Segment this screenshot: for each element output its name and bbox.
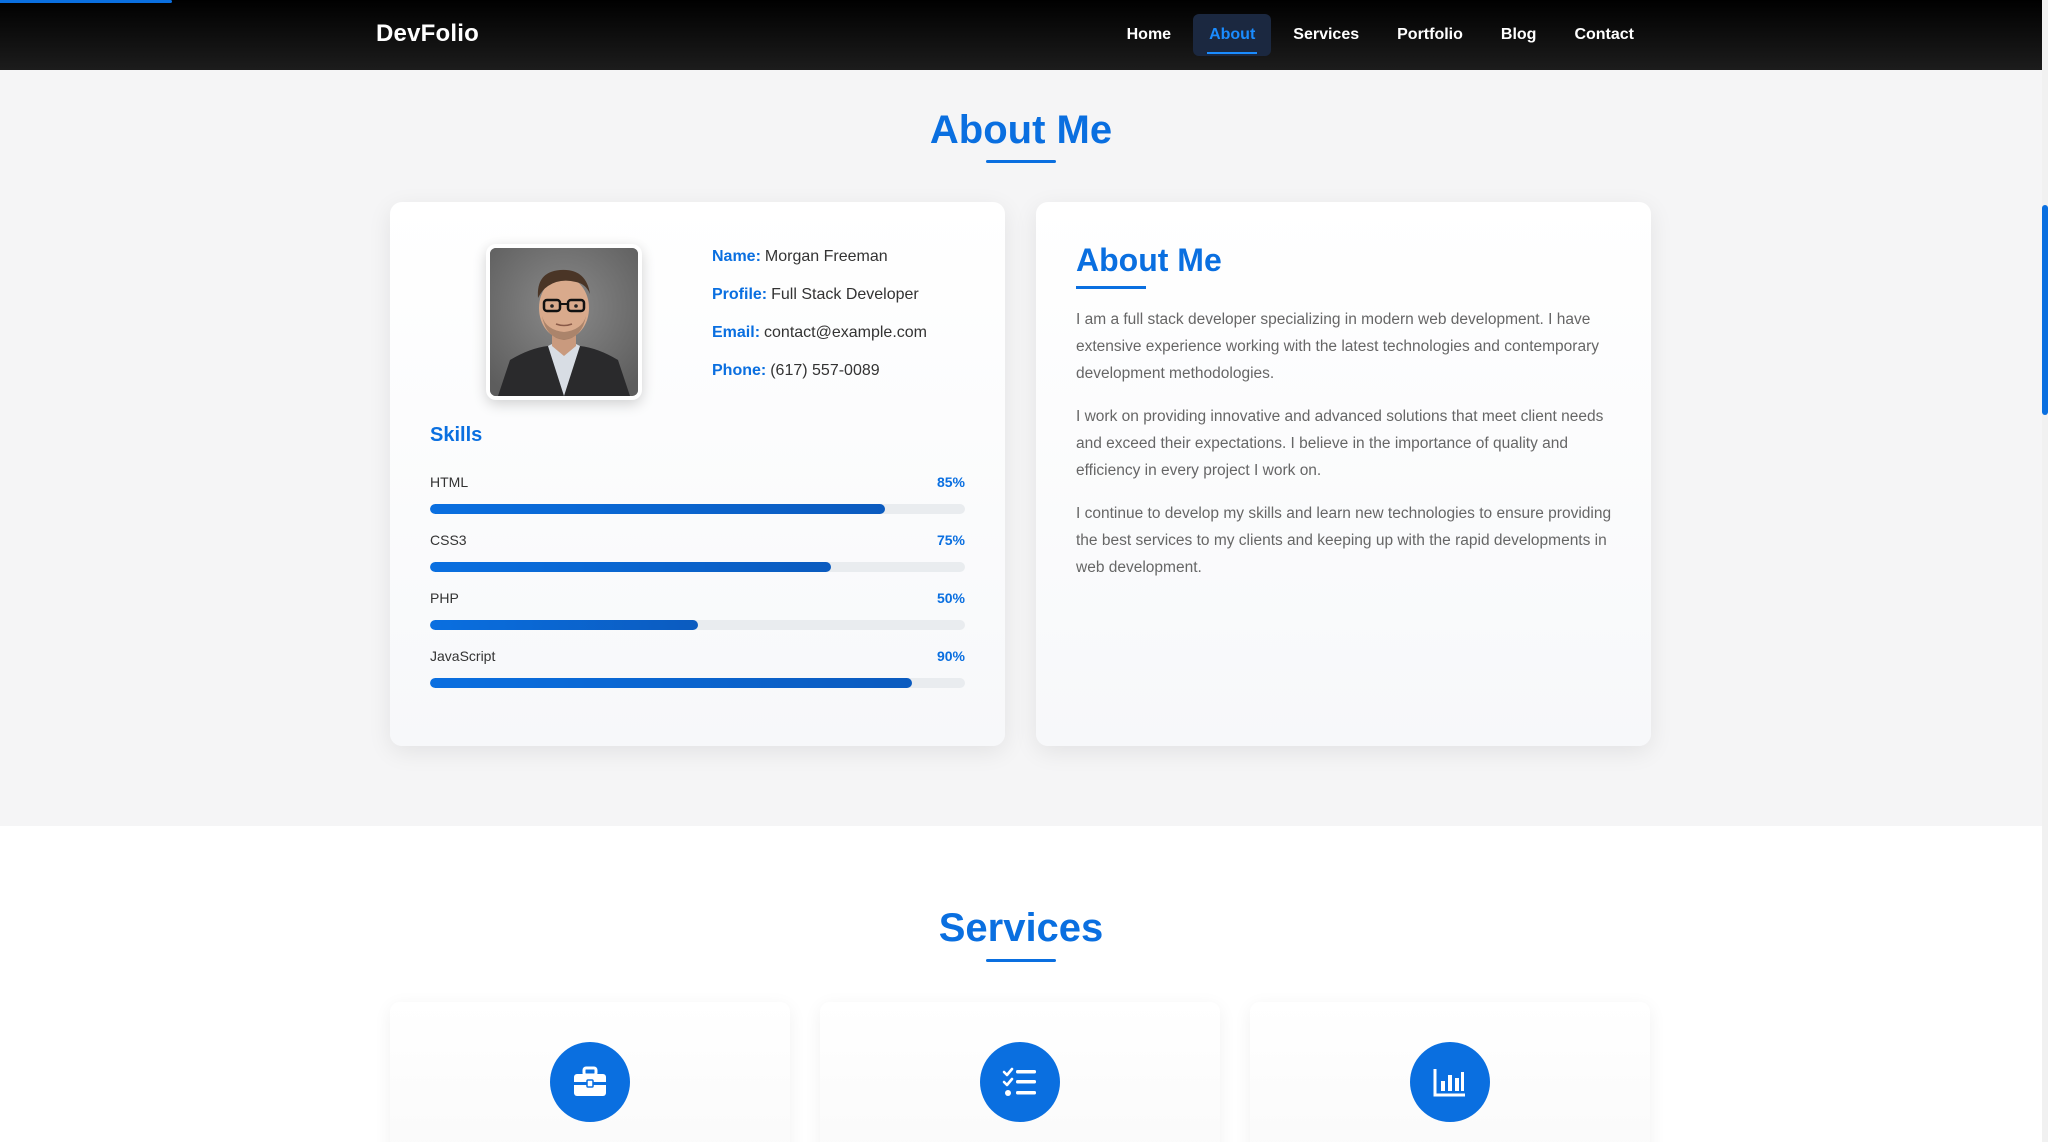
nav-blog[interactable]: Blog <box>1485 14 1553 56</box>
nav-links: Home About Services Portfolio Blog Conta… <box>1111 14 1650 56</box>
skill-percent: 50% <box>936 590 965 606</box>
about-paragraph: I am a full stack developer specializing… <box>1076 311 1599 382</box>
info-profile: Profile: Full Stack Developer <box>712 286 919 303</box>
nav-services[interactable]: Services <box>1277 14 1375 56</box>
nav-portfolio[interactable]: Portfolio <box>1381 14 1479 56</box>
about-heading: About Me <box>1076 242 1222 278</box>
bar-chart-icon <box>1410 1042 1490 1122</box>
skill-bar-fill <box>430 562 832 572</box>
skill-name: JavaScript <box>430 648 496 664</box>
profile-card: Name: Morgan Freeman Profile: Full Stack D… <box>390 202 1005 746</box>
skill-javascript: JavaScript 90% <box>430 648 965 688</box>
about-body: I am a full stack developer specializing… <box>1076 306 1616 597</box>
skill-php: PHP 50% <box>430 590 965 630</box>
skill-bar-track <box>430 620 965 630</box>
skill-bar-track <box>430 562 965 572</box>
navbar: DevFolio Home About Services Portfolio B… <box>0 0 2042 70</box>
nav-contact[interactable]: Contact <box>1558 14 1650 56</box>
scrollbar-thumb[interactable] <box>2042 205 2048 415</box>
info-name: Name: Morgan Freeman <box>712 248 888 265</box>
skill-percent: 75% <box>936 532 965 548</box>
section-title-underline <box>986 959 1056 962</box>
service-card[interactable] <box>1250 1002 1650 1142</box>
skill-bar-fill <box>430 620 698 630</box>
skill-name: CSS3 <box>430 532 467 548</box>
brand-logo[interactable]: DevFolio <box>376 20 479 48</box>
info-email: Email: contact@example.com <box>712 324 927 341</box>
avatar <box>490 248 638 396</box>
skill-percent: 85% <box>936 474 965 490</box>
about-heading-underline <box>1076 286 1146 289</box>
about-paragraph: I continue to develop my skills and lear… <box>1076 505 1612 576</box>
info-phone: Phone: (617) 557-0089 <box>712 362 880 379</box>
skill-css3: CSS3 75% <box>430 532 965 572</box>
skill-percent: 90% <box>936 648 965 664</box>
scroll-progress-bar <box>0 0 172 3</box>
services-section-title: Services <box>938 906 1104 950</box>
section-title-underline <box>986 160 1056 163</box>
skill-html: HTML 85% <box>430 474 965 514</box>
profile-info: Name: Morgan Freeman Profile: Full Stack D… <box>712 248 927 400</box>
skill-bar-track <box>430 678 965 688</box>
nav-home[interactable]: Home <box>1111 14 1187 56</box>
services-section: Services <box>0 826 2042 1142</box>
about-text-card: About Me I am a full stack developer spe… <box>1036 202 1651 746</box>
briefcase-icon <box>550 1042 630 1122</box>
profile-photo <box>486 244 642 400</box>
skill-bar-track <box>430 504 965 514</box>
about-paragraph: I work on providing innovative and advan… <box>1076 408 1604 479</box>
skill-bar-fill <box>430 678 912 688</box>
about-section-title: About Me <box>929 108 1113 152</box>
skills-title: Skills <box>430 424 483 446</box>
service-card[interactable] <box>820 1002 1220 1142</box>
scrollbar-track[interactable] <box>2042 0 2048 1142</box>
about-section: About Me Name: Morgan Freeman Profile: F… <box>0 70 2042 826</box>
skill-name: HTML <box>430 474 469 490</box>
checklist-icon <box>980 1042 1060 1122</box>
skill-name: PHP <box>430 590 459 606</box>
skill-bar-fill <box>430 504 885 514</box>
service-card[interactable] <box>390 1002 790 1142</box>
nav-about[interactable]: About <box>1193 14 1272 56</box>
